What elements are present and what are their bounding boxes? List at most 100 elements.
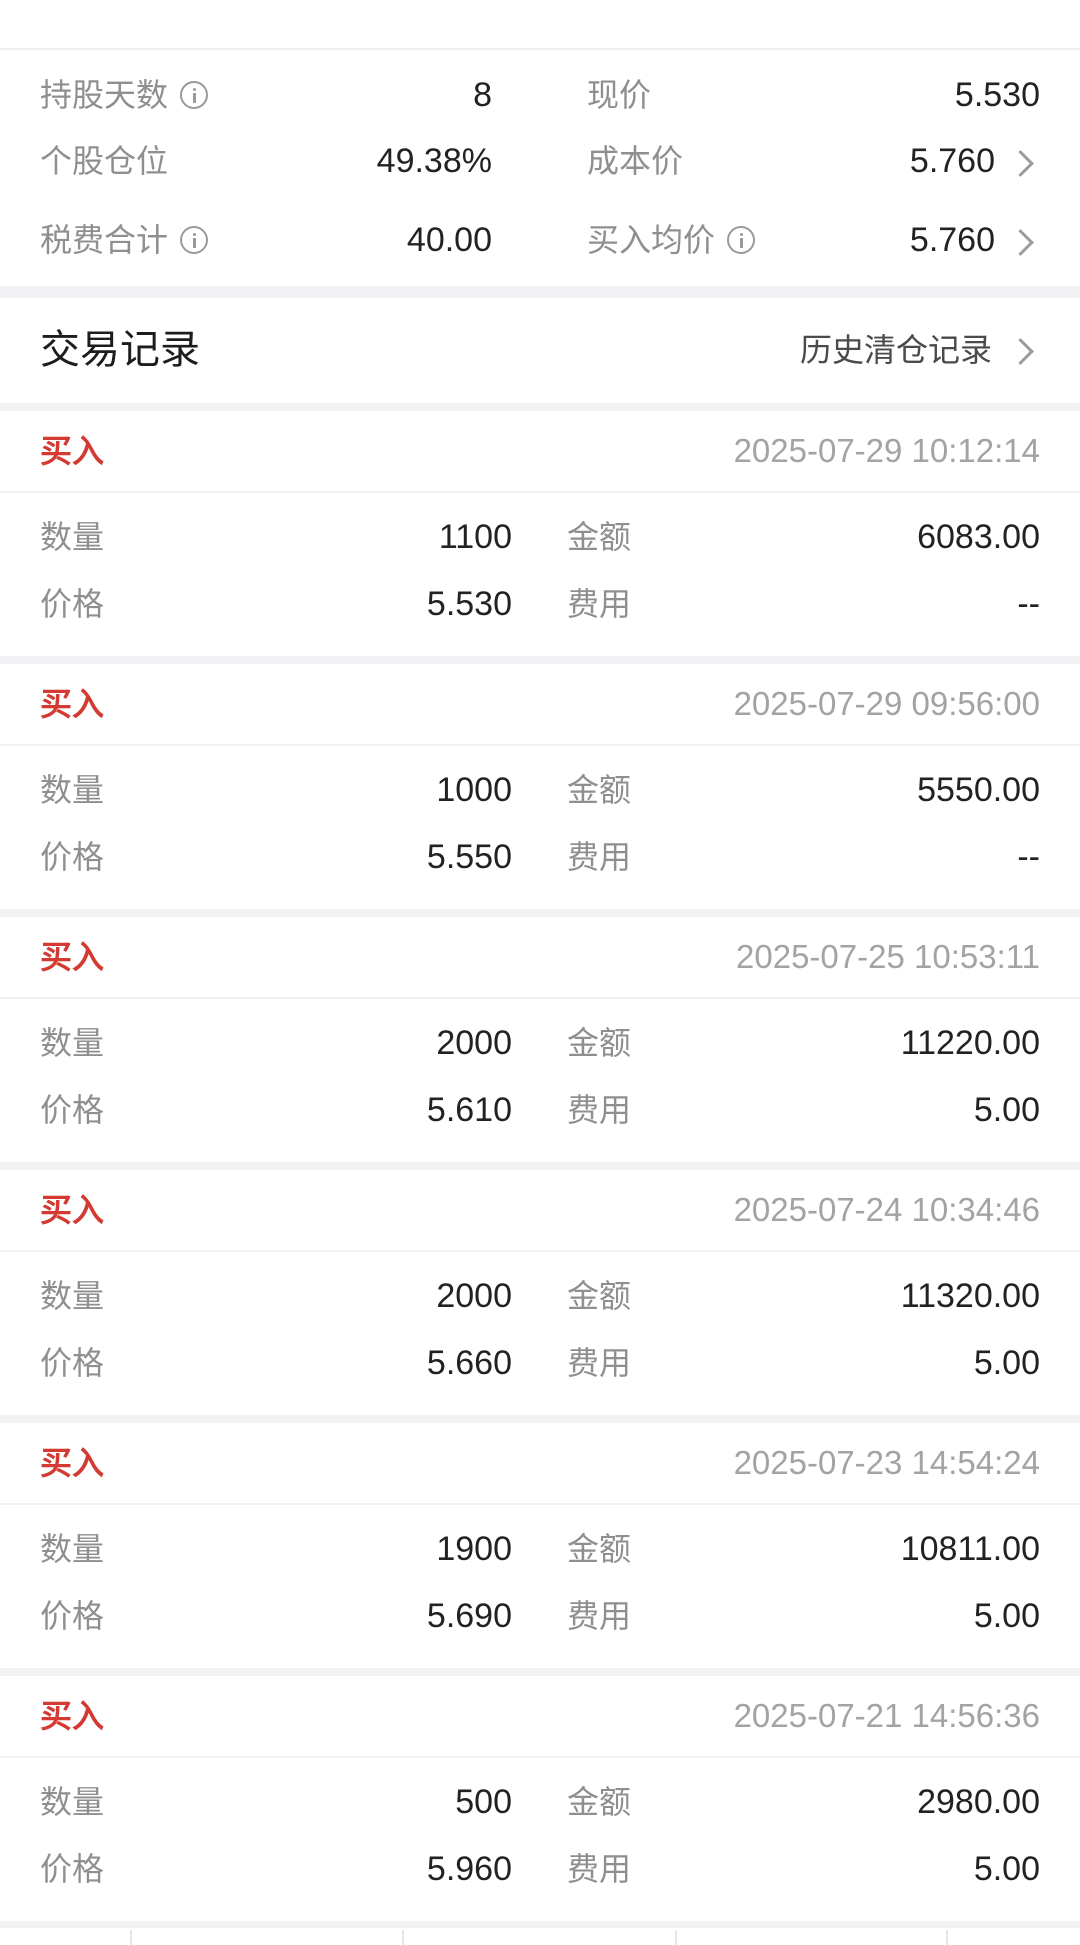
trade-time: 2025-07-29 10:12:14 <box>733 432 1040 469</box>
fee-label: 费用 <box>567 1345 632 1381</box>
fee-label: 费用 <box>567 1598 632 1634</box>
chevron-right-icon[interactable] <box>1007 229 1034 256</box>
amount-value: 11320.00 <box>900 1277 1040 1315</box>
trade-record-head: 买入 2025-07-25 10:53:11 <box>0 917 1080 999</box>
amount-value: 10811.00 <box>900 1530 1040 1568</box>
trade-time: 2025-07-23 14:54:24 <box>733 1444 1040 1481</box>
divider <box>946 1930 948 1945</box>
quantity-label: 数量 <box>40 1025 105 1061</box>
fee-label: 费用 <box>567 839 632 875</box>
trade-type-badge: 买入 <box>40 1698 105 1734</box>
trade-record[interactable]: 买入 2025-07-29 09:56:00 数量 1000 金额 5550.0… <box>0 664 1080 909</box>
trade-record[interactable]: 买入 2025-07-25 10:53:11 数量 2000 金额 11220.… <box>0 917 1080 1162</box>
fee-value: 5.00 <box>973 1344 1040 1382</box>
price-label: 价格 <box>40 1092 105 1128</box>
avg-buy-price-label[interactable]: 买入均价 <box>587 210 756 270</box>
price-value: 5.550 <box>426 838 512 876</box>
summary-row-1: 持股天数 8 现价 5.530 <box>0 65 1080 125</box>
quantity-value: 2000 <box>436 1277 512 1315</box>
quantity-label: 数量 <box>40 1278 105 1314</box>
amount-value: 11220.00 <box>900 1024 1040 1062</box>
top-stats-cropped <box>0 0 1080 50</box>
price-value: 5.530 <box>426 585 512 623</box>
price-label: 价格 <box>40 839 105 875</box>
quantity-value: 1900 <box>436 1530 512 1568</box>
hold-days-value: 8 <box>473 76 492 114</box>
trade-record[interactable]: 买入 2025-07-23 14:54:24 数量 1900 金额 10811.… <box>0 1423 1080 1668</box>
amount-value: 6083.00 <box>917 518 1040 556</box>
amount-value: 5550.00 <box>917 771 1040 809</box>
chevron-right-icon[interactable] <box>1007 150 1034 177</box>
trade-type-badge: 买入 <box>40 686 105 722</box>
price-label: 价格 <box>40 1345 105 1381</box>
trade-records-header: 交易记录 历史清仓记录 <box>0 298 1080 403</box>
divider <box>130 1930 132 1945</box>
position-ratio-label: 个股仓位 <box>40 143 169 179</box>
price-value: 5.660 <box>426 1344 512 1382</box>
trade-record[interactable]: 买入 2025-07-21 14:56:36 数量 500 金额 2980.00… <box>0 1676 1080 1921</box>
price-label: 价格 <box>40 586 105 622</box>
chevron-right-icon[interactable] <box>1007 338 1034 365</box>
avg-buy-price-value[interactable]: 5.760 <box>910 210 995 270</box>
price-value: 5.960 <box>426 1850 512 1888</box>
quantity-label: 数量 <box>40 1784 105 1820</box>
tax-fee-value: 40.00 <box>406 221 492 259</box>
cost-price-label[interactable]: 成本价 <box>587 131 683 191</box>
position-ratio-value: 49.38% <box>376 142 492 180</box>
section-title: 交易记录 <box>40 328 200 372</box>
amount-label: 金额 <box>567 772 632 808</box>
trade-record-head: 买入 2025-07-29 10:12:14 <box>0 411 1080 493</box>
trade-record-head: 买入 2025-07-23 14:54:24 <box>0 1423 1080 1505</box>
summary-row-2: 个股仓位 49.38% 成本价 5.760 <box>0 131 1080 191</box>
trade-record-head: 买入 2025-07-29 09:56:00 <box>0 664 1080 746</box>
amount-value: 2980.00 <box>917 1783 1040 1821</box>
quantity-value: 1100 <box>438 518 512 556</box>
info-icon[interactable] <box>180 81 209 109</box>
trade-record-head: 买入 2025-07-21 14:56:36 <box>0 1676 1080 1758</box>
current-price-label: 现价 <box>587 77 652 113</box>
quantity-value: 500 <box>455 1783 512 1821</box>
quantity-value: 1000 <box>436 771 512 809</box>
history-clear-records-link[interactable]: 历史清仓记录 <box>800 298 992 403</box>
amount-label: 金额 <box>567 1278 632 1314</box>
fee-label: 费用 <box>567 586 632 622</box>
price-label: 价格 <box>40 1598 105 1634</box>
trade-record[interactable]: 买入 2025-07-24 10:34:46 数量 2000 金额 11320.… <box>0 1170 1080 1415</box>
fee-label: 费用 <box>567 1092 632 1128</box>
summary-row-3: 税费合计 40.00 买入均价 5.760 <box>0 210 1080 270</box>
current-price-value: 5.530 <box>954 76 1040 114</box>
trade-time: 2025-07-24 10:34:46 <box>733 1191 1040 1228</box>
info-icon[interactable] <box>180 226 209 254</box>
trade-time: 2025-07-21 14:56:36 <box>733 1697 1040 1734</box>
hold-days-label: 持股天数 <box>40 65 209 125</box>
fee-value: -- <box>1017 585 1040 623</box>
trade-record-head: 买入 2025-07-24 10:34:46 <box>0 1170 1080 1252</box>
cost-price-value[interactable]: 5.760 <box>910 131 995 191</box>
trade-record[interactable]: 买入 2025-07-29 10:12:14 数量 1100 金额 6083.0… <box>0 411 1080 656</box>
fee-value: 5.00 <box>973 1597 1040 1635</box>
trade-time: 2025-07-29 09:56:00 <box>733 685 1040 722</box>
tax-fee-label: 税费合计 <box>40 210 209 270</box>
bottom-bar-cropped <box>0 1928 1080 1945</box>
amount-label: 金额 <box>567 1531 632 1567</box>
quantity-label: 数量 <box>40 519 105 555</box>
quantity-label: 数量 <box>40 772 105 808</box>
price-label: 价格 <box>40 1851 105 1887</box>
trade-type-badge: 买入 <box>40 1192 105 1228</box>
amount-label: 金额 <box>567 1784 632 1820</box>
info-icon[interactable] <box>727 226 756 254</box>
fee-label: 费用 <box>567 1851 632 1887</box>
divider <box>402 1930 404 1945</box>
trade-type-badge: 买入 <box>40 939 105 975</box>
quantity-value: 2000 <box>436 1024 512 1062</box>
position-summary: 持股天数 8 现价 5.530 个股仓位 49.38% 成本价 5.760 税费… <box>0 50 1080 286</box>
fee-value: 5.00 <box>973 1091 1040 1129</box>
trade-type-badge: 买入 <box>40 433 105 469</box>
divider <box>675 1930 677 1945</box>
amount-label: 金额 <box>567 519 632 555</box>
price-value: 5.610 <box>426 1091 512 1129</box>
trade-time: 2025-07-25 10:53:11 <box>736 938 1040 975</box>
fee-value: -- <box>1017 838 1040 876</box>
fee-value: 5.00 <box>973 1850 1040 1888</box>
trade-type-badge: 买入 <box>40 1445 105 1481</box>
